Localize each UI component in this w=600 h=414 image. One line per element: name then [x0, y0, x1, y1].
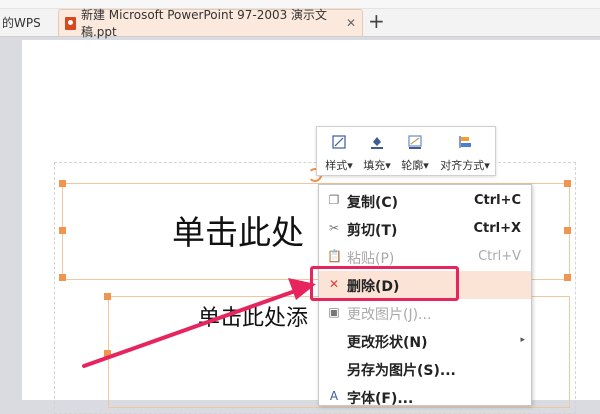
- menu-item-save-as-picture[interactable]: 另存为图片(S)...: [319, 355, 531, 383]
- font-icon: A: [329, 389, 339, 403]
- highlight-box: [310, 266, 459, 301]
- title-placeholder-text: 单击此处: [172, 213, 304, 252]
- menu-item-cut[interactable]: ✂ 剪切(T) Ctrl+X: [319, 215, 531, 243]
- tab-bar: 的WPS 新建 Microsoft PowerPoint 97-2003 演示文…: [0, 0, 600, 39]
- outline-icon: [408, 135, 422, 153]
- tab-presentation[interactable]: 新建 Microsoft PowerPoint 97-2003 演示文稿.ppt…: [58, 8, 363, 39]
- change-picture-icon: ▣: [328, 305, 340, 319]
- ppt-file-icon: [65, 16, 76, 30]
- floating-toolbar: 样式▾ 填充▾ 轮廓▾ 对齐方式▾: [316, 126, 496, 176]
- resize-handle[interactable]: [59, 274, 66, 281]
- resize-handle[interactable]: [104, 350, 111, 357]
- menu-item-change-shape[interactable]: 更改形状(N) ▸: [319, 327, 531, 355]
- cut-icon: ✂: [328, 221, 340, 235]
- resize-handle[interactable]: [59, 180, 66, 187]
- menu-item-change-picture[interactable]: ▣ 更改图片(J)...: [319, 299, 531, 327]
- resize-handle[interactable]: [104, 293, 111, 300]
- resize-handle[interactable]: [59, 227, 66, 234]
- style-icon: [332, 135, 346, 153]
- align-icon: [458, 135, 472, 153]
- tab-label: 新建 Microsoft PowerPoint 97-2003 演示文稿.ppt: [80, 8, 328, 39]
- subtitle-placeholder-text: 单击此处添: [198, 306, 309, 331]
- resize-handle[interactable]: [564, 180, 571, 187]
- new-tab-button[interactable]: +: [368, 10, 385, 32]
- tab-label: 的WPS: [2, 16, 41, 30]
- resize-handle[interactable]: [564, 227, 571, 234]
- align-button[interactable]: 对齐方式▾: [437, 127, 493, 175]
- close-icon[interactable]: ✕: [346, 16, 356, 30]
- fill-icon: [370, 135, 384, 153]
- menu-item-copy[interactable]: ❐ 复制(C) Ctrl+C: [319, 187, 531, 215]
- paste-icon: 📋: [327, 249, 342, 263]
- submenu-arrow-icon: ▸: [520, 335, 525, 345]
- resize-handle[interactable]: [564, 274, 571, 281]
- copy-icon: ❐: [328, 193, 340, 207]
- outline-button[interactable]: 轮廓▾: [393, 127, 437, 175]
- tab-wps-home[interactable]: 的WPS: [0, 9, 59, 36]
- menu-item-font[interactable]: A 字体(F)...: [319, 383, 531, 411]
